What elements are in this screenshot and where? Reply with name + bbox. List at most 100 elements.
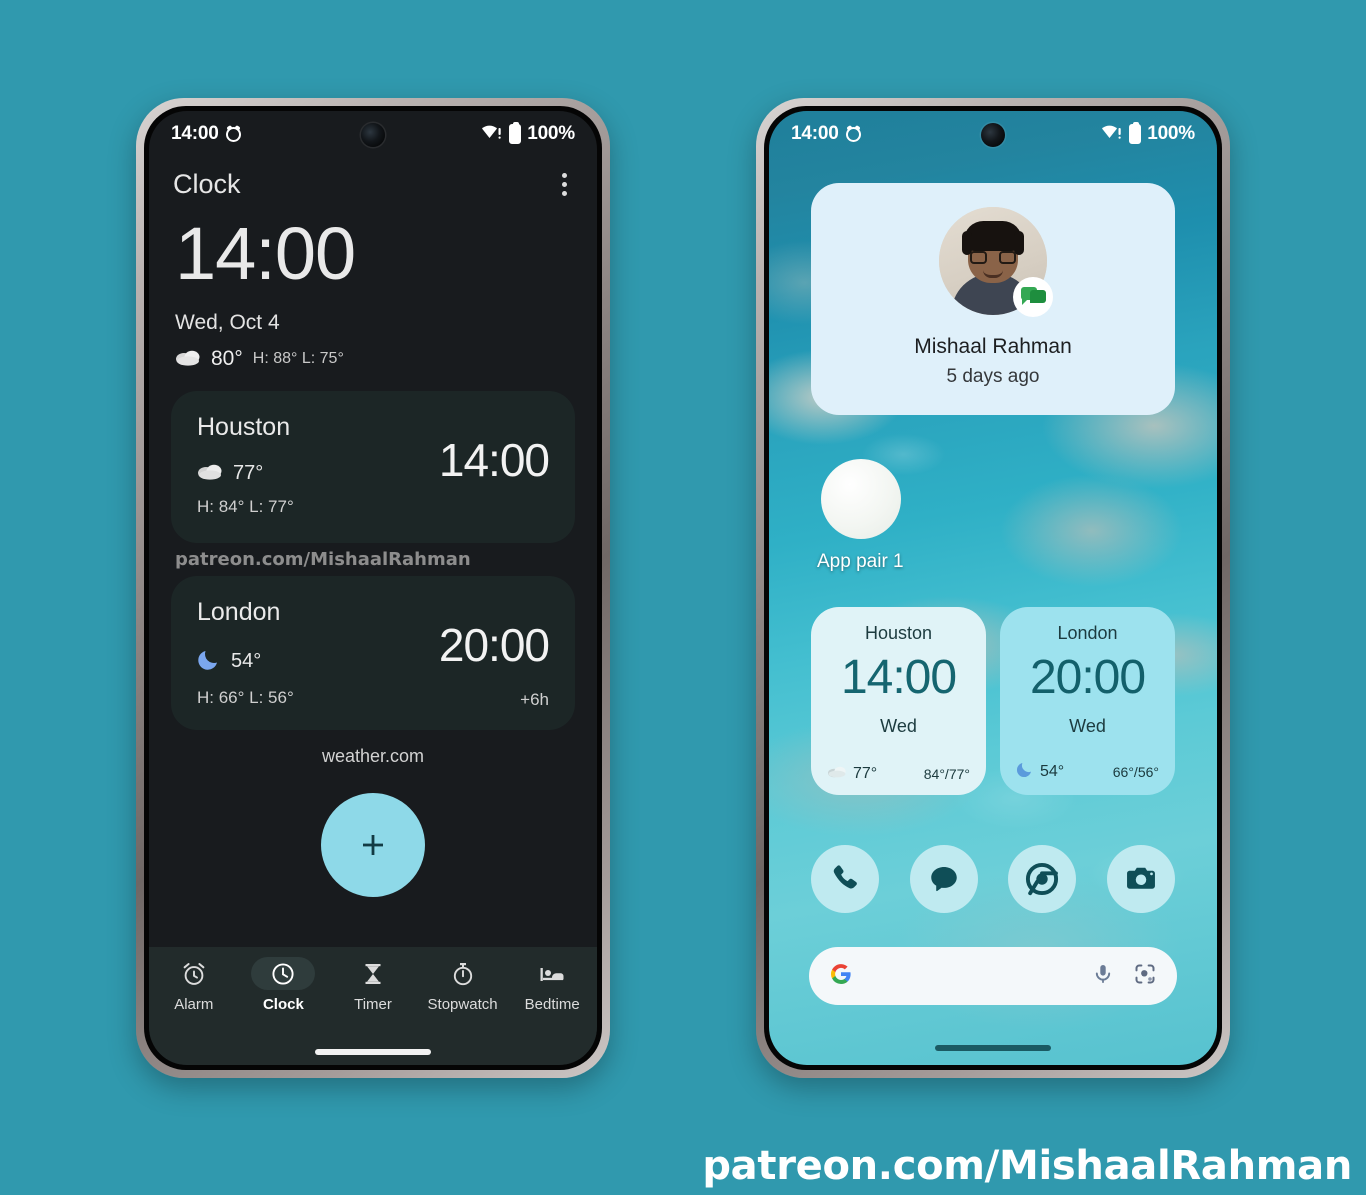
battery-full-icon [509,122,522,144]
clock-widget-london[interactable]: London 20:00 Wed 54° 66°/56° [1000,607,1175,795]
home-screen: 14:00 100% Mishaal Rahman 5 days ago App… [769,111,1217,1065]
nav-pill [251,957,316,990]
moon-icon [1016,760,1034,783]
alarm-clock-icon [845,126,861,142]
bottom-navigation: Alarm Clock Timer Stopwatch Bedtime [149,947,597,1065]
google-g-icon [829,962,853,991]
phone-left: 14:00 100% Clock 14:00 Wed, Oct 4 80° H:… [136,98,610,1078]
clock-widget-temp: 77° [853,764,878,782]
clock-widget-houston[interactable]: Houston 14:00 Wed 77° 84°/77° [811,607,986,795]
front-camera-punchhole [361,123,385,147]
gesture-bar[interactable] [935,1045,1051,1051]
nav-item-timer[interactable]: Timer [330,957,416,1013]
city-card-london[interactable]: London 54° H: 66° L: 56° 20:00 +6h [171,576,575,730]
city-time: 20:00 [438,619,550,671]
clock-app: 14:00 100% Clock 14:00 Wed, Oct 4 80° H:… [149,111,597,1065]
city-card-houston[interactable]: Houston 77° H: 84° L: 77° 14:00 [171,391,575,543]
phone-left-screen: 14:00 100% Clock 14:00 Wed, Oct 4 80° H:… [149,111,597,1065]
status-bar-time: 14:00 [171,123,219,144]
google-lens-icon[interactable] [1133,962,1157,991]
clock-widget-footer: 54° 66°/56° [1016,760,1159,783]
clock-widget-day: Wed [1069,716,1106,736]
chrome-icon [1026,862,1059,896]
clock-widget-time: 20:00 [1029,651,1146,704]
phone-icon [833,865,857,889]
clock-widget-footer: 77° 84°/77° [827,764,970,783]
microphone-icon[interactable] [1091,962,1115,991]
phone-right: 14:00 100% Mishaal Rahman 5 days ago App… [756,98,1230,1078]
wifi-warning-icon [1101,123,1123,146]
more-vert-icon[interactable] [556,167,573,202]
clock-widget-time: 14:00 [840,651,957,704]
gesture-bar[interactable] [315,1049,431,1055]
clock-widget-city: London [1057,623,1118,643]
city-high-low: H: 84° L: 77° [197,497,294,516]
nav-item-alarm[interactable]: Alarm [151,957,237,1013]
contact-subtitle: 5 days ago [946,366,1040,387]
dock-item-camera[interactable] [1106,845,1175,913]
clock-widget-high-low: 66°/56° [1112,763,1159,780]
hourglass-icon [365,963,381,984]
dock-item-chrome[interactable] [1008,845,1077,913]
page-title: Clock [173,168,241,199]
main-clock-date: Wed, Oct 4 [175,311,280,334]
avatar [939,207,1053,317]
fab-container [149,793,597,897]
battery-full-icon [1129,122,1142,144]
front-camera-punchhole [981,123,1005,147]
status-bar-right-group: 100% [1101,122,1195,146]
inline-watermark: patreon.com/MishaalRahman [175,549,471,570]
nav-label: Bedtime [524,996,580,1013]
main-clock-time: 14:00 [175,212,356,295]
city-temp: 77° [233,462,264,484]
google-chat-icon [1013,277,1053,317]
phone-right-screen: 14:00 100% Mishaal Rahman 5 days ago App… [769,111,1217,1065]
clock-widget-high-low: 84°/77° [923,765,970,782]
main-clock-high-low: H: 88° L: 75° [252,350,344,367]
battery-percent-label: 100% [1147,123,1195,144]
clock-widget-day: Wed [880,716,917,736]
clock-icon [272,962,294,985]
message-icon [930,866,957,892]
wifi-warning-icon [481,123,503,146]
add-city-fab[interactable] [321,793,425,897]
clock-widgets-row: Houston 14:00 Wed 77° 84°/77° London 20:… [811,607,1175,795]
nav-label: Clock [262,996,304,1013]
app-pair-label: App pair 1 [817,551,904,572]
cloud-icon [827,764,847,783]
nav-item-clock[interactable]: Clock [240,957,326,1013]
bed-icon [540,967,564,981]
city-time-offset: +6h [520,690,549,709]
nav-pill [341,957,405,990]
nav-pill [162,957,226,990]
dock-item-messages[interactable] [909,845,978,913]
main-clock-temp: 80° [211,347,243,370]
cloud-icon [175,348,201,371]
plus-icon [363,835,383,855]
clock-widget-temp: 54° [1040,762,1065,780]
clock-widget-city: Houston [864,623,933,643]
battery-percent-label: 100% [527,123,575,144]
status-bar-right-group: 100% [481,122,575,146]
dock [811,845,1175,913]
stopwatch-icon [453,962,472,985]
nav-label: Stopwatch [427,996,498,1013]
nav-item-stopwatch[interactable]: Stopwatch [420,957,506,1013]
main-clock-block: 14:00 Wed, Oct 4 80° H: 88° L: 75° [149,203,597,371]
phone-left-bezel: 14:00 100% Clock 14:00 Wed, Oct 4 80° H:… [144,106,602,1070]
watermark: patreon.com/MishaalRahman [702,1143,1352,1189]
city-temp: 54° [231,650,262,672]
dock-item-phone[interactable] [811,845,879,913]
weather-attribution[interactable]: weather.com [149,746,597,767]
nav-pill [431,957,495,990]
google-search-bar[interactable] [809,947,1177,1005]
city-high-low: H: 66° L: 56° [197,688,294,707]
nav-label: Timer [354,996,392,1013]
contact-widget[interactable]: Mishaal Rahman 5 days ago [811,183,1175,415]
nav-item-bedtime[interactable]: Bedtime [509,957,595,1013]
app-pair-shortcut[interactable]: App pair 1 [817,459,937,573]
main-clock-weather: 80° H: 88° L: 75° [175,347,571,371]
status-bar-left-group: 14:00 [171,123,241,145]
contact-name: Mishaal Rahman [914,335,1072,358]
status-bar-left-group: 14:00 [791,123,861,145]
